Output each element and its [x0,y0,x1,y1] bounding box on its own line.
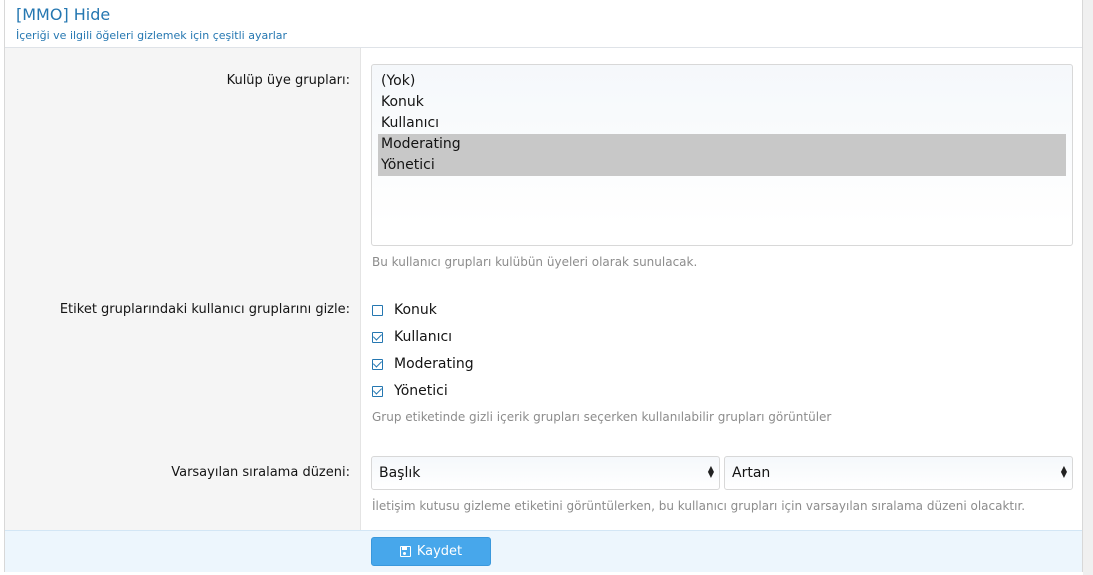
club-groups-hint: Bu kullanıcı grupları kulübün üyeleri ol… [372,255,698,269]
form-body: Kulüp üye grupları: Etiket gruplarındaki… [5,48,1082,530]
checkbox-label: Moderating [394,356,474,372]
club-groups-label: Kulüp üye grupları: [226,73,350,88]
checkbox-checked-icon[interactable] [372,385,383,397]
listbox-option-guest[interactable]: Konuk [378,92,1066,113]
sort-field-select[interactable]: Başlık ▲ ▼ [371,456,720,490]
listbox-option-admin[interactable]: Yönetici [378,155,1066,176]
checkbox-label: Yönetici [394,383,448,399]
form-footer: Kaydet [5,530,1082,572]
checkbox-label: Kullanıcı [394,329,453,345]
checkbox-row-moderating[interactable]: Moderating [372,356,474,372]
club-groups-listbox[interactable]: (Yok) Konuk Kullanıcı Moderating Yönetic… [371,64,1073,246]
sort-field-value: Başlık [379,465,421,481]
listbox-option-none[interactable]: (Yok) [378,71,1066,92]
page-edge [1083,0,1093,575]
save-button-label: Kaydet [416,544,463,559]
checkbox-row-user[interactable]: Kullanıcı [372,329,452,345]
sort-order-label: Varsayılan sıralama düzeni: [171,465,350,480]
checkbox-checked-icon[interactable] [372,358,383,370]
sort-direction-select[interactable]: Artan ▲ ▼ [724,456,1073,490]
listbox-option-user[interactable]: Kullanıcı [378,113,1066,134]
floppy-disk-icon [399,546,411,557]
checkbox-icon[interactable] [372,304,383,316]
select-arrows-icon: ▲ ▼ [707,464,714,479]
page-subtitle: İçeriği ve ilgili öğeleri gizlemek için … [16,29,288,42]
options-panel: [MMO] Hide İçeriği ve ilgili öğeleri giz… [4,0,1083,572]
checkbox-row-admin[interactable]: Yönetici [372,383,448,399]
save-button[interactable]: Kaydet [371,537,491,566]
listbox-option-moderating[interactable]: Moderating [378,134,1066,155]
panel-header: [MMO] Hide İçeriği ve ilgili öğeleri giz… [5,0,1082,48]
sort-direction-value: Artan [732,465,771,481]
sort-order-hint: İletişim kutusu gizleme etiketini görünt… [372,499,1026,513]
checkbox-label: Konuk [394,302,437,318]
page-title: [MMO] Hide [16,5,111,24]
checkbox-row-guest[interactable]: Konuk [372,302,437,318]
select-arrows-icon: ▲ ▼ [1060,464,1067,479]
checkbox-checked-icon[interactable] [372,331,383,343]
label-column: Kulüp üye grupları: Etiket gruplarındaki… [5,48,361,530]
hide-groups-hint: Grup etiketinde gizli içerik grupları se… [372,410,832,424]
hide-groups-label: Etiket gruplarındaki kullanıcı grupların… [59,302,350,317]
